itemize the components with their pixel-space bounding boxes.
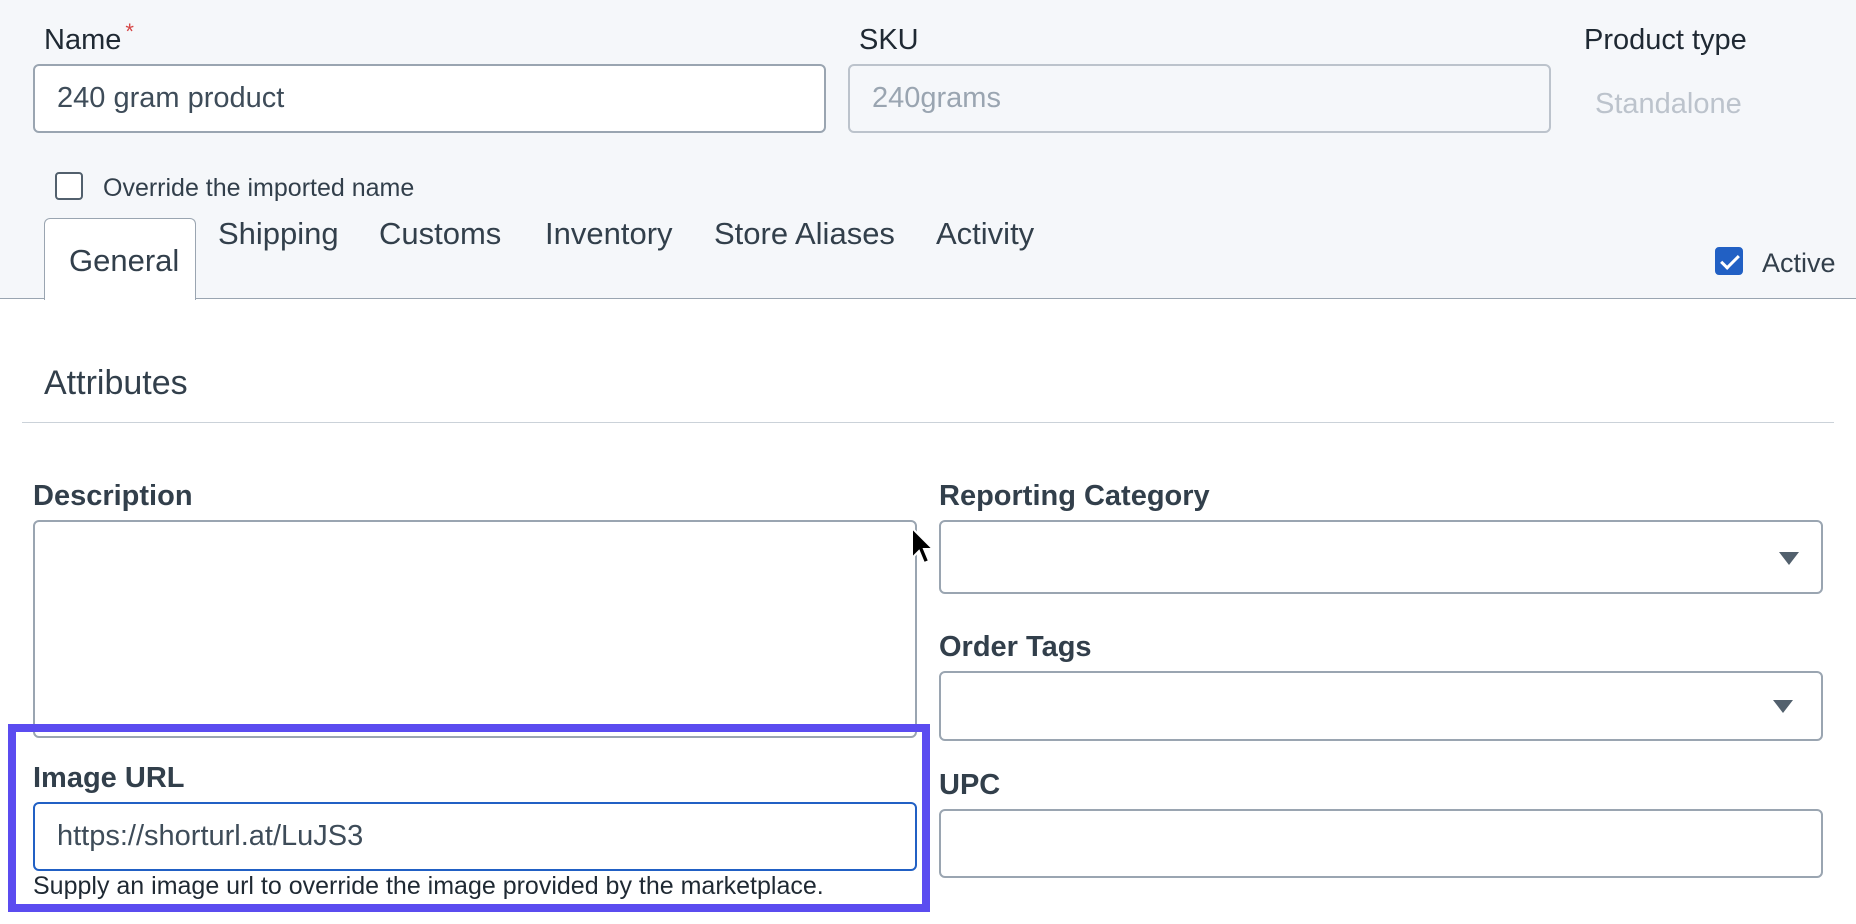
chevron-down-icon xyxy=(1773,700,1793,713)
override-name-label[interactable]: Override the imported name xyxy=(103,174,414,203)
active-label[interactable]: Active xyxy=(1762,248,1836,279)
name-input[interactable] xyxy=(33,64,826,133)
tab-inventory[interactable]: Inventory xyxy=(545,216,673,252)
override-name-checkbox[interactable] xyxy=(55,172,83,200)
description-label: Description xyxy=(33,480,193,512)
reporting-category-label: Reporting Category xyxy=(939,480,1210,512)
image-url-label: Image URL xyxy=(33,762,185,794)
description-textarea[interactable] xyxy=(33,520,917,738)
tab-store-aliases[interactable]: Store Aliases xyxy=(714,216,895,252)
mouse-cursor-icon xyxy=(911,526,936,565)
active-checkbox[interactable] xyxy=(1715,247,1743,275)
attributes-heading: Attributes xyxy=(44,364,188,402)
upc-input[interactable] xyxy=(939,809,1823,878)
upc-label: UPC xyxy=(939,769,1001,801)
sku-input xyxy=(848,64,1551,133)
product-header: Name* SKU Product type Standalone Overri… xyxy=(0,0,1856,300)
section-divider xyxy=(22,422,1834,423)
product-type-label: Product type xyxy=(1584,24,1747,56)
image-url-input[interactable] xyxy=(33,802,917,871)
tab-shipping[interactable]: Shipping xyxy=(218,216,339,252)
name-label: Name * xyxy=(44,19,134,56)
image-url-hint: Supply an image url to override the imag… xyxy=(33,872,824,900)
required-marker: * xyxy=(125,19,134,44)
tab-customs[interactable]: Customs xyxy=(379,216,501,252)
order-tags-select[interactable] xyxy=(939,671,1823,741)
product-type-value: Standalone xyxy=(1595,88,1742,120)
tab-general-label: General xyxy=(69,243,180,278)
reporting-category-select[interactable] xyxy=(939,520,1823,594)
tab-general[interactable]: General xyxy=(44,218,196,300)
tab-activity[interactable]: Activity xyxy=(936,216,1034,252)
sku-label: SKU xyxy=(859,24,919,56)
order-tags-label: Order Tags xyxy=(939,631,1092,663)
chevron-down-icon xyxy=(1779,552,1799,565)
